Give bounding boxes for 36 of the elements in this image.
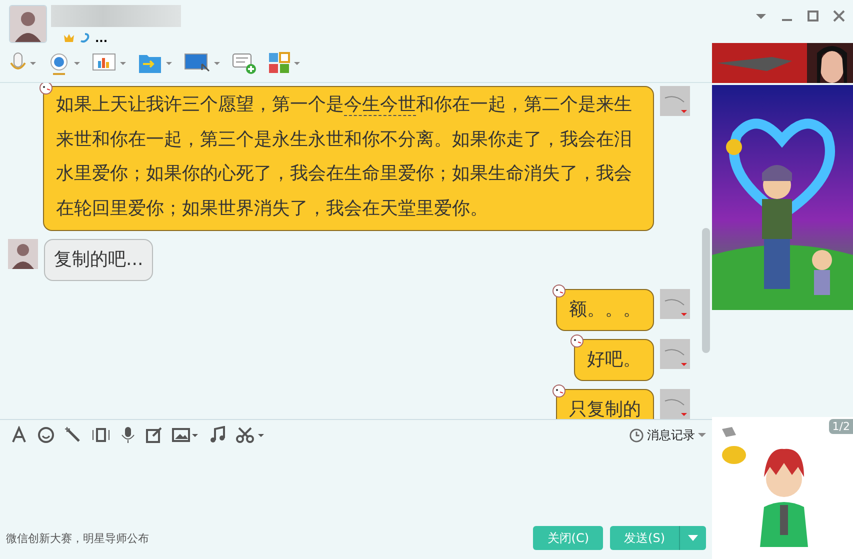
folder-transfer-icon[interactable] [138,52,174,76]
user-avatar[interactable] [660,289,690,319]
chick-icon [551,382,567,398]
page-indicator: 1/2 [829,419,853,434]
caret-icon [688,535,698,541]
chick-icon [551,282,567,298]
caret-icon [698,432,706,438]
edit-icon[interactable] [145,426,163,444]
user-avatar[interactable] [660,86,690,116]
font-icon[interactable] [10,426,28,444]
user-avatar[interactable] [660,339,690,369]
music-note-icon[interactable] [209,426,227,444]
image-icon[interactable] [172,426,200,444]
close-icon[interactable] [833,10,845,22]
clock-icon [629,428,644,442]
contact-avatar[interactable] [9,5,47,43]
chick-icon [569,332,585,348]
user-avatar[interactable] [660,389,690,419]
contact-avatar[interactable] [8,239,38,269]
scissors-icon[interactable] [236,426,266,444]
status-text: ... [95,32,108,44]
message-bubble: 复制的吧... [44,239,154,281]
webcam-icon[interactable] [48,52,82,76]
microphone-icon[interactable] [120,426,136,444]
history-button[interactable]: 消息记录 [629,426,706,444]
crown-icon [63,32,75,44]
add-chat-icon[interactable] [232,52,258,76]
magic-wand-icon[interactable] [64,426,82,444]
apps-grid-icon[interactable] [268,52,302,76]
chick-icon [38,83,54,95]
shake-icon[interactable] [91,426,111,444]
maximize-icon[interactable] [807,10,819,22]
smiley-icon[interactable] [37,426,55,444]
news-link[interactable]: 微信创新大赛，明星导师公布 [6,530,526,546]
swirl-icon [79,32,91,44]
send-options-button[interactable] [679,526,706,550]
